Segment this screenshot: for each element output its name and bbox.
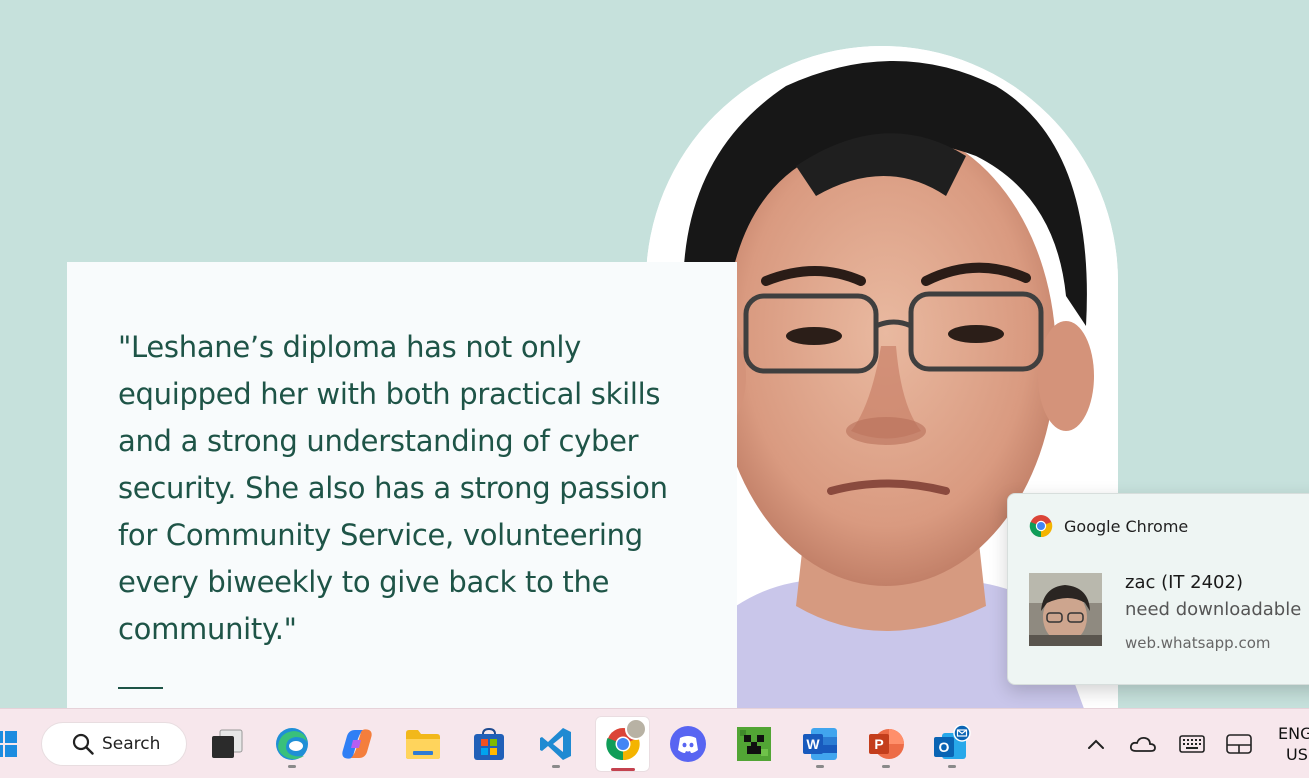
taskbar-powerpoint[interactable]: P — [860, 719, 912, 769]
testimonial-card: "Leshane’s diploma has not only equipped… — [67, 262, 737, 712]
outlook-icon: O — [934, 725, 971, 759]
search-label: Search — [102, 734, 161, 754]
notification-title: zac (IT 2402) — [1125, 572, 1243, 593]
taskbar-outlook[interactable]: O — [926, 719, 978, 769]
svg-text:P: P — [874, 736, 883, 752]
running-indicator — [882, 765, 890, 768]
taskbar-vscode[interactable] — [530, 719, 582, 769]
language-code: ENG — [1278, 724, 1309, 743]
search-box[interactable]: Search — [41, 722, 187, 766]
running-indicator — [948, 765, 956, 768]
vscode-icon — [540, 728, 571, 760]
chrome-icon — [1029, 515, 1053, 538]
taskbar-store[interactable] — [463, 719, 515, 769]
show-hidden-icons-button[interactable] — [1079, 727, 1113, 761]
notification-app-name: Google Chrome — [1064, 516, 1189, 536]
running-indicator — [552, 765, 560, 768]
running-indicator — [816, 765, 824, 768]
chrome-notification[interactable]: Google Chrome zac (IT 2402) need downloa… — [1007, 493, 1309, 685]
active-indicator — [610, 768, 635, 771]
onedrive-cloud-icon — [1129, 736, 1156, 752]
taskbar-edge[interactable] — [266, 719, 318, 769]
region-code: US — [1286, 745, 1308, 764]
quote-divider — [118, 687, 163, 689]
notification-message: need downloadable — [1125, 599, 1302, 620]
testimonial-quote: "Leshane’s diploma has not only equipped… — [118, 330, 668, 646]
search-icon — [72, 733, 94, 755]
word-icon: W — [803, 728, 837, 760]
taskbar-word[interactable]: W — [794, 719, 846, 769]
tablet-mode-button[interactable] — [1222, 727, 1256, 761]
keyboard-icon — [1179, 735, 1205, 753]
notification-header: Google Chrome — [1029, 514, 1188, 538]
contact-avatar — [1029, 573, 1102, 646]
taskbar-chrome[interactable] — [595, 716, 650, 772]
touch-keyboard-button[interactable] — [1175, 727, 1209, 761]
onedrive-button[interactable] — [1126, 727, 1160, 761]
task-view-button[interactable] — [200, 719, 252, 769]
taskbar-file-explorer[interactable] — [397, 719, 449, 769]
chevron-up-icon — [1088, 739, 1104, 749]
edge-icon — [276, 728, 308, 760]
windows-icon — [0, 731, 17, 757]
task-view-icon — [212, 729, 243, 758]
folder-icon — [406, 730, 440, 759]
tablet-icon — [1226, 734, 1252, 754]
running-indicator — [288, 765, 296, 768]
store-icon — [474, 727, 504, 760]
taskbar-copilot[interactable] — [331, 719, 383, 769]
notification-source: web.whatsapp.com — [1125, 634, 1271, 652]
discord-icon — [670, 726, 706, 762]
taskbar: Search W P O ENG US — [0, 708, 1309, 778]
svg-text:W: W — [806, 736, 820, 752]
taskbar-discord[interactable] — [662, 719, 714, 769]
svg-text:O: O — [939, 739, 950, 755]
start-button[interactable] — [0, 719, 30, 769]
taskbar-minecraft[interactable] — [728, 719, 780, 769]
copilot-icon — [342, 729, 372, 759]
input-language-indicator[interactable]: ENG US — [1278, 723, 1309, 765]
powerpoint-icon: P — [869, 729, 904, 759]
chrome-profile-avatar — [625, 718, 647, 740]
minecraft-icon — [737, 727, 771, 761]
